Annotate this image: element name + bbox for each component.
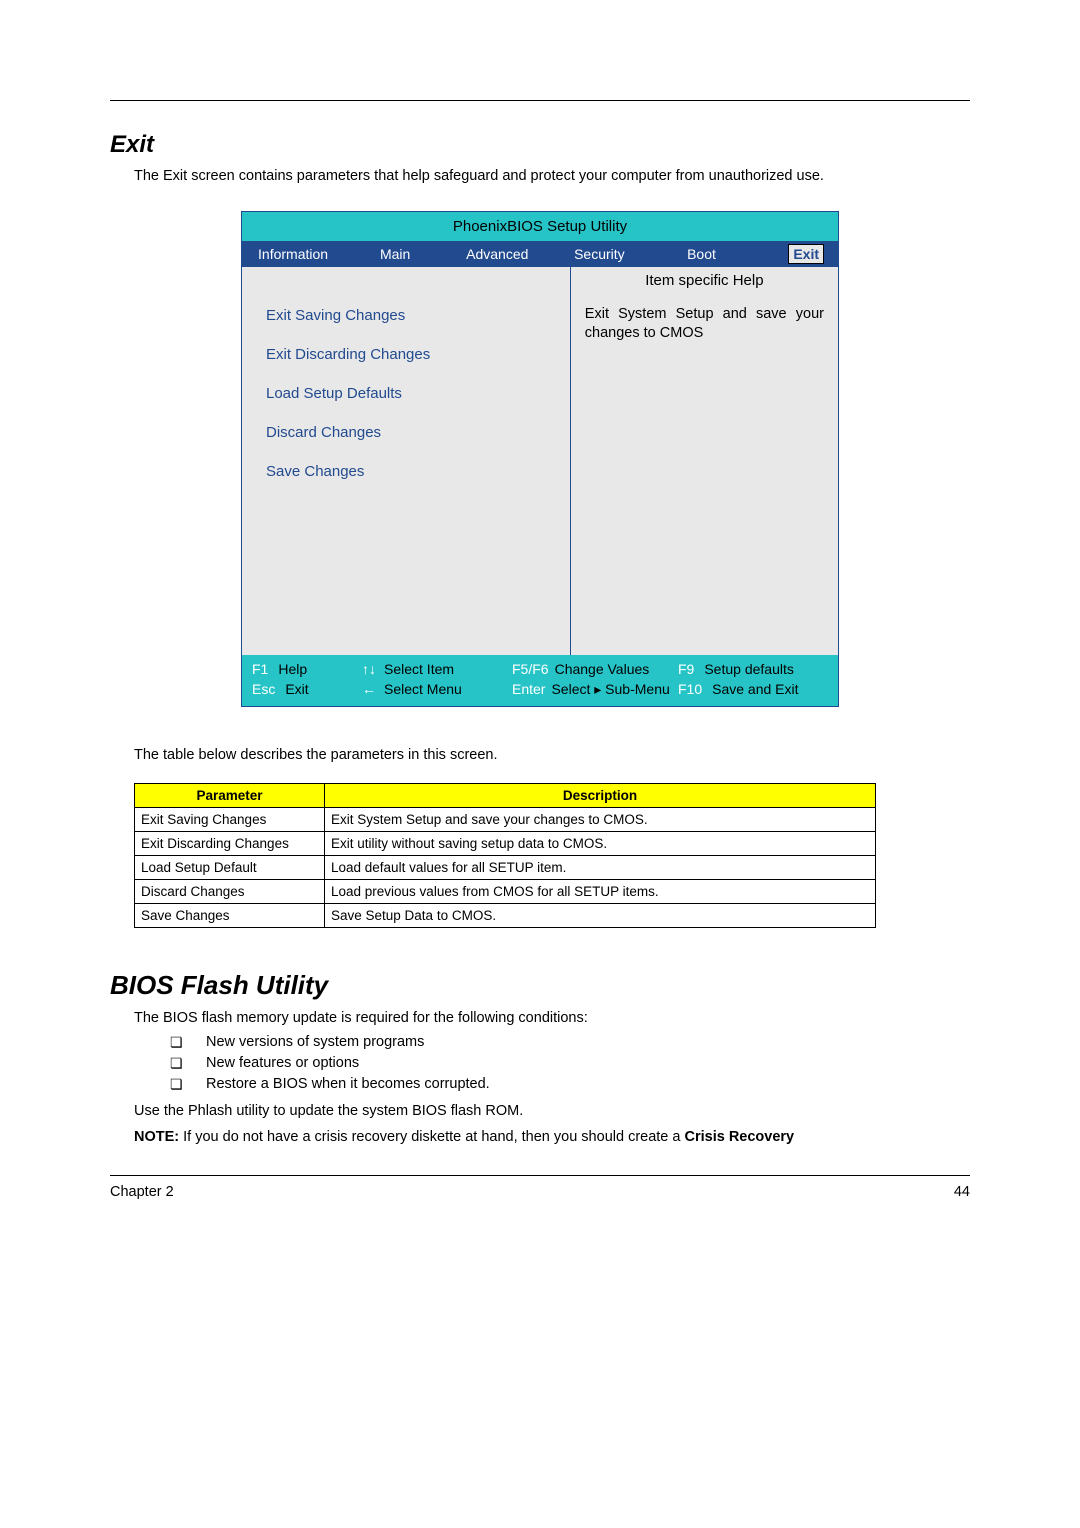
top-rule bbox=[110, 100, 970, 101]
key-f10: F10 bbox=[678, 681, 702, 697]
note-prefix: NOTE: bbox=[134, 1129, 183, 1145]
table-row: Discard ChangesLoad previous values from… bbox=[135, 879, 876, 903]
menu-discard-changes[interactable]: Discard Changes bbox=[266, 424, 558, 441]
key-f9: F9 bbox=[678, 661, 694, 677]
bios-footer: F1Help ↑↓Select Item F5/F6Change Values … bbox=[242, 655, 838, 706]
list-item: New features or options bbox=[170, 1055, 970, 1071]
page-footer: Chapter 2 44 bbox=[110, 1175, 970, 1200]
key-updown: ↑↓ bbox=[362, 661, 376, 677]
tab-security[interactable]: Security bbox=[548, 241, 650, 267]
footer-chapter: Chapter 2 bbox=[110, 1184, 174, 1200]
tab-information[interactable]: Information bbox=[242, 241, 344, 267]
table-row: Save ChangesSave Setup Data to CMOS. bbox=[135, 903, 876, 927]
bios-tab-bar: Information Main Advanced Security Boot … bbox=[242, 241, 838, 267]
label-change-values: Change Values bbox=[555, 661, 650, 677]
table-row: Exit Discarding ChangesExit utility with… bbox=[135, 831, 876, 855]
exit-intro: The Exit screen contains parameters that… bbox=[134, 167, 970, 187]
table-row: Load Setup DefaultLoad default values fo… bbox=[135, 855, 876, 879]
bios-setup-window: PhoenixBIOS Setup Utility Information Ma… bbox=[241, 211, 839, 707]
param-table-intro: The table below describes the parameters… bbox=[134, 747, 970, 763]
menu-exit-saving[interactable]: Exit Saving Changes bbox=[266, 307, 558, 324]
note-body: If you do not have a crisis recovery dis… bbox=[183, 1129, 684, 1145]
flash-intro: The BIOS flash memory update is required… bbox=[134, 1009, 970, 1029]
label-select-submenu: Select ▸ Sub-Menu bbox=[551, 681, 669, 698]
menu-save-changes[interactable]: Save Changes bbox=[266, 463, 558, 480]
bios-help-panel: Item specific Help Exit System Setup and… bbox=[570, 267, 838, 655]
key-left: ← bbox=[362, 681, 376, 697]
key-esc: Esc bbox=[252, 681, 275, 697]
tab-exit[interactable]: Exit bbox=[753, 241, 838, 267]
parameter-table: Parameter Description Exit Saving Change… bbox=[134, 783, 876, 928]
th-parameter: Parameter bbox=[135, 783, 325, 807]
note-bold-term: Crisis Recovery bbox=[685, 1129, 795, 1145]
flash-note: NOTE: If you do not have a crisis recove… bbox=[134, 1128, 970, 1148]
label-exit: Exit bbox=[285, 681, 308, 697]
table-row: Exit Saving ChangesExit System Setup and… bbox=[135, 807, 876, 831]
help-body: Exit System Setup and save your changes … bbox=[585, 293, 824, 344]
label-select-menu: Select Menu bbox=[384, 681, 462, 697]
section-heading-flash: BIOS Flash Utility bbox=[110, 970, 970, 1001]
menu-exit-discarding[interactable]: Exit Discarding Changes bbox=[266, 346, 558, 363]
label-help: Help bbox=[278, 661, 307, 677]
bios-menu-panel: Exit Saving Changes Exit Discarding Chan… bbox=[242, 267, 570, 655]
list-item: New versions of system programs bbox=[170, 1034, 970, 1050]
flash-use-line: Use the Phlash utility to update the sys… bbox=[134, 1102, 970, 1122]
key-enter: Enter bbox=[512, 681, 545, 697]
label-setup-defaults: Setup defaults bbox=[704, 661, 794, 677]
bios-window-title: PhoenixBIOS Setup Utility bbox=[242, 212, 838, 241]
key-f1: F1 bbox=[252, 661, 268, 677]
label-select-item: Select Item bbox=[384, 661, 454, 677]
label-save-exit: Save and Exit bbox=[712, 681, 798, 697]
section-heading-exit: Exit bbox=[110, 131, 970, 159]
flash-bullet-list: New versions of system programs New feat… bbox=[110, 1034, 970, 1092]
tab-advanced[interactable]: Advanced bbox=[446, 241, 548, 267]
list-item: Restore a BIOS when it becomes corrupted… bbox=[170, 1076, 970, 1092]
tab-exit-label: Exit bbox=[788, 244, 824, 264]
key-f5f6: F5/F6 bbox=[512, 661, 549, 677]
th-description: Description bbox=[325, 783, 876, 807]
tab-boot[interactable]: Boot bbox=[650, 241, 752, 267]
tab-main[interactable]: Main bbox=[344, 241, 446, 267]
footer-page-number: 44 bbox=[954, 1184, 970, 1200]
help-header: Item specific Help bbox=[585, 267, 824, 293]
menu-load-defaults[interactable]: Load Setup Defaults bbox=[266, 385, 558, 402]
